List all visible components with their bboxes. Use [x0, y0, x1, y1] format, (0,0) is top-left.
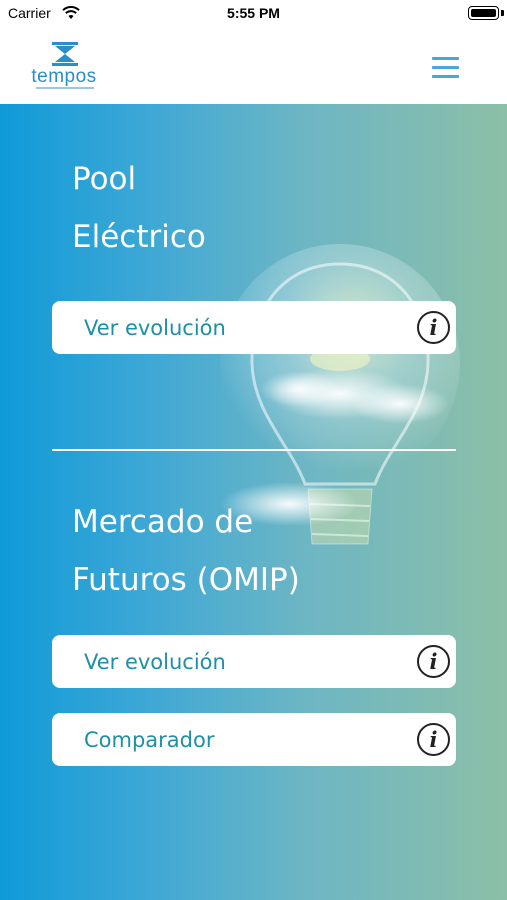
section-title-line: Futuros (OMIP) [72, 562, 300, 598]
info-icon[interactable]: i [417, 645, 450, 678]
clock: 5:55 PM [227, 5, 280, 21]
nav-bar: tempos [0, 28, 507, 104]
info-icon[interactable]: i [417, 311, 450, 344]
section-title-line: Eléctrico [72, 219, 206, 255]
hourglass-logo-icon [52, 42, 78, 66]
hamburger-menu-icon[interactable] [431, 53, 461, 81]
status-bar: Carrier 5:55 PM [0, 0, 507, 28]
pool-electrico-title: Pool Eléctrico [72, 150, 206, 266]
mercado-futuros-title: Mercado de Futuros (OMIP) [72, 493, 300, 609]
button-label: Ver evolución [84, 649, 226, 674]
section-title-line: Pool [72, 161, 137, 197]
button-label: Comparador [84, 727, 215, 752]
logo-tagline [36, 87, 94, 89]
section-title-line: Mercado de [72, 504, 254, 540]
info-icon[interactable]: i [417, 723, 450, 756]
battery-cap [501, 10, 504, 16]
tempos-logo[interactable]: tempos [24, 40, 104, 92]
logo-text: tempos [31, 66, 97, 87]
hero-background: Pool Eléctrico Ver evolución i Mercado d… [0, 104, 507, 900]
button-label: Ver evolución [84, 315, 226, 340]
comparador-button[interactable]: Comparador i [52, 713, 456, 766]
section-divider [52, 449, 456, 451]
battery-icon [468, 6, 499, 20]
pool-ver-evolucion-button[interactable]: Ver evolución i [52, 301, 456, 354]
omip-ver-evolucion-button[interactable]: Ver evolución i [52, 635, 456, 688]
